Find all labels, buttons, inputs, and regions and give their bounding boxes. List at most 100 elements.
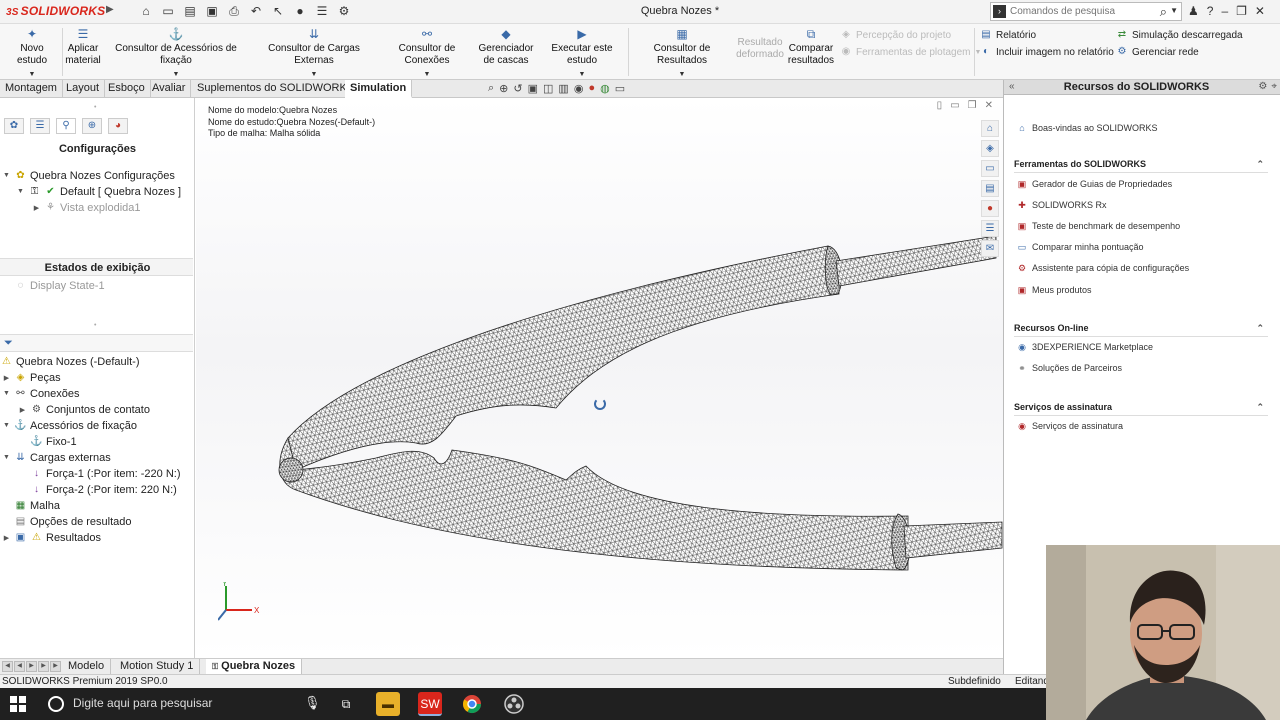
online-section-header[interactable]: Recursos On-line ⌃ (1014, 323, 1268, 337)
tree-item-display-state[interactable]: ◌ Display State-1 (14, 278, 105, 293)
tab-esboco[interactable]: Esboço (103, 80, 151, 98)
tree-item-force-1[interactable]: ↓ Força-1 (:Por item: -220 N:) (30, 466, 180, 481)
panel-grip-icon[interactable]: • (94, 322, 100, 329)
collapse-section-icon[interactable]: ⌃ (1256, 323, 1264, 334)
collapse-section-icon[interactable]: ⌃ (1256, 159, 1264, 170)
tab-simulation[interactable]: Simulation (345, 80, 413, 98)
tree-filter-bar[interactable]: ⏷ (0, 334, 193, 352)
notification-icon[interactable]: ♟ (1188, 4, 1199, 18)
collapse-section-icon[interactable]: ⌃ (1256, 402, 1264, 413)
expand-toggle-icon[interactable]: ▶ (2, 374, 11, 382)
save-icon[interactable]: ▣ (204, 3, 220, 19)
partner-solutions-link[interactable]: ⚭ Soluções de Parceiros (1016, 362, 1122, 374)
solidworks-logo[interactable]: 3S SOLIDWORKS (6, 4, 105, 18)
menu-expand-arrow-icon[interactable]: ▶ (106, 4, 114, 15)
tree-item-default-config[interactable]: ▼ ⚿ ✔ Default [ Quebra Nozes ] (16, 184, 181, 199)
compare-results-button[interactable]: ⧉ Comparar resultados (786, 27, 836, 67)
resources-icon[interactable]: ◈ (981, 140, 999, 157)
home-icon[interactable]: ⌂ (981, 120, 999, 137)
upper-arm-mesh[interactable] (287, 245, 840, 471)
include-image-button[interactable]: ◐ Incluir imagem no relatório (980, 46, 1114, 58)
tab-motion-study[interactable]: Motion Study 1 (114, 659, 201, 674)
custom-properties-icon[interactable]: ☰ (981, 220, 999, 237)
tree-item-results[interactable]: ▶ ▣ ⚠ Resultados (2, 530, 101, 545)
graphics-viewport[interactable]: Nome do modelo:Quebra Nozes Nome do estu… (196, 98, 1003, 658)
tree-item-fixed-1[interactable]: ⚓ Fixo-1 (30, 434, 76, 449)
configuration-manager-tab-icon[interactable]: ⚲ (56, 118, 76, 134)
appearances-icon[interactable]: ● (981, 200, 999, 217)
run-study-button[interactable]: ▶ Executar este estudo ▼ (538, 27, 626, 81)
filter-icon[interactable]: ⏷ (4, 337, 13, 350)
undo-icon[interactable]: ↶ (248, 3, 264, 19)
tab-avaliar[interactable]: Avaliar (147, 80, 192, 98)
meshed-model[interactable] (196, 98, 1003, 658)
expand-toggle-icon[interactable]: ▶ (32, 204, 41, 212)
connections-advisor-button[interactable]: ⚯ Consultor de Conexões ▼ (378, 27, 476, 81)
tree-item-contact-sets[interactable]: ▶ ⚙ Conjuntos de contato (18, 402, 150, 417)
obs-icon[interactable] (502, 692, 526, 716)
file-explorer-icon[interactable]: ▬ (376, 692, 400, 716)
display-manager-tab-icon[interactable]: ◕ (108, 118, 128, 134)
search-input[interactable] (1010, 4, 1150, 19)
help-button[interactable]: ? (1207, 4, 1214, 18)
zoom-to-fit-icon[interactable]: ⌕ (488, 82, 494, 95)
tree-item-result-options[interactable]: ▤ Opções de resultado (14, 514, 132, 529)
first-tab-icon[interactable]: ◀ (2, 661, 13, 672)
task-view-icon[interactable]: ⧉ (334, 692, 358, 716)
file-explorer-icon[interactable]: ▭ (981, 160, 999, 177)
shell-manager-button[interactable]: ◆ Gerenciador de cascas (478, 27, 534, 67)
tab-suplementos[interactable]: Suplementos do SOLIDWORKS (192, 80, 361, 98)
view-orientation-icon[interactable]: ◫ (543, 82, 553, 95)
tree-item-mesh[interactable]: ▦ Malha (14, 498, 60, 513)
tools-section-header[interactable]: Ferramentas do SOLIDWORKS ⌃ (1014, 159, 1268, 173)
pane-settings-icon[interactable]: ⚙ (1258, 81, 1267, 92)
cortana-icon[interactable] (48, 696, 64, 712)
tab-layout[interactable]: Layout (61, 80, 106, 98)
tree-item-configurations[interactable]: ▼ ✿ Quebra Nozes Configurações (2, 168, 175, 183)
collapse-toggle-icon[interactable]: ▼ (2, 454, 11, 461)
open-icon[interactable]: ▤ (182, 3, 198, 19)
prev-tab-icon[interactable]: ◀ (14, 661, 25, 672)
rebuild-icon[interactable]: ● (292, 3, 308, 19)
tree-item-external-loads[interactable]: ▼ ⇊ Cargas externas (2, 450, 111, 465)
view-palette-icon[interactable]: ▤ (981, 180, 999, 197)
taskbar-search-input[interactable]: Digite aqui para pesquisar (73, 696, 212, 710)
section-view-icon[interactable]: ▣ (528, 82, 538, 95)
external-loads-advisor-button[interactable]: ⇊ Consultor de Cargas Externas ▼ (252, 27, 376, 81)
restore-button[interactable]: ❐ (1236, 4, 1247, 18)
more-tabs-icon[interactable]: ▶ (50, 661, 61, 672)
tab-quebra-nozes-study[interactable]: ⚿ Quebra Nozes (206, 659, 303, 674)
collapse-toggle-icon[interactable]: ▼ (2, 172, 11, 179)
lower-rod-mesh[interactable] (903, 521, 1003, 559)
apply-material-button[interactable]: ☰ Aplicar material (64, 27, 102, 67)
upper-rod-mesh[interactable] (835, 235, 997, 287)
design-insight-button[interactable]: ◈ Percepção do projeto (840, 29, 951, 41)
property-tab-builder-link[interactable]: ▣ Gerador de Guias de Propriedades (1016, 178, 1172, 190)
tree-item-conexoes[interactable]: ▼ ⚯ Conexões (2, 386, 80, 401)
results-advisor-button[interactable]: ▦ Consultor de Resultados ▼ (630, 27, 734, 81)
display-style-icon[interactable]: ▥ (558, 82, 568, 95)
hinge-mesh[interactable] (278, 457, 304, 483)
options-gear-icon[interactable]: ⚙ (336, 3, 352, 19)
minimize-button[interactable]: – (1221, 4, 1228, 18)
panel-grip-icon[interactable]: • (94, 104, 100, 111)
forum-icon[interactable]: ✉ (981, 240, 999, 257)
subscription-section-header[interactable]: Serviços de assinatura ⌃ (1014, 402, 1268, 416)
property-manager-tab-icon[interactable]: ☰ (30, 118, 50, 134)
tree-item-pecas[interactable]: ▶ ◈ Peças (2, 370, 61, 385)
home-icon[interactable]: ⌂ (138, 3, 154, 19)
tree-item-study-root[interactable]: ⚠ Quebra Nozes (-Default-) (0, 354, 139, 369)
next-tab-icon[interactable]: ▶ (26, 661, 37, 672)
compare-score-link[interactable]: ▭ Comparar minha pontuação (1016, 241, 1144, 253)
plot-tools-button[interactable]: ◉ Ferramentas de plotagem ▼ (840, 46, 982, 58)
last-tab-icon[interactable]: ▶ (38, 661, 49, 672)
print-icon[interactable]: ⎙ (226, 3, 242, 19)
collapse-toggle-icon[interactable]: ▼ (16, 188, 25, 195)
my-products-link[interactable]: ▣ Meus produtos (1016, 284, 1092, 296)
tree-item-exploded-view[interactable]: ▶ ⚘ Vista explodida1 (32, 200, 141, 215)
solidworks-rx-link[interactable]: ✚ SOLIDWORKS Rx (1016, 199, 1106, 211)
view-settings-icon[interactable]: ▭ (615, 82, 625, 95)
tree-item-force-2[interactable]: ↓ Força-2 (:Por item: 220 N:) (30, 482, 177, 497)
subscription-services-link[interactable]: ◉ Serviços de assinatura (1016, 420, 1123, 432)
solidworks-taskbar-icon[interactable]: SW (418, 692, 442, 716)
